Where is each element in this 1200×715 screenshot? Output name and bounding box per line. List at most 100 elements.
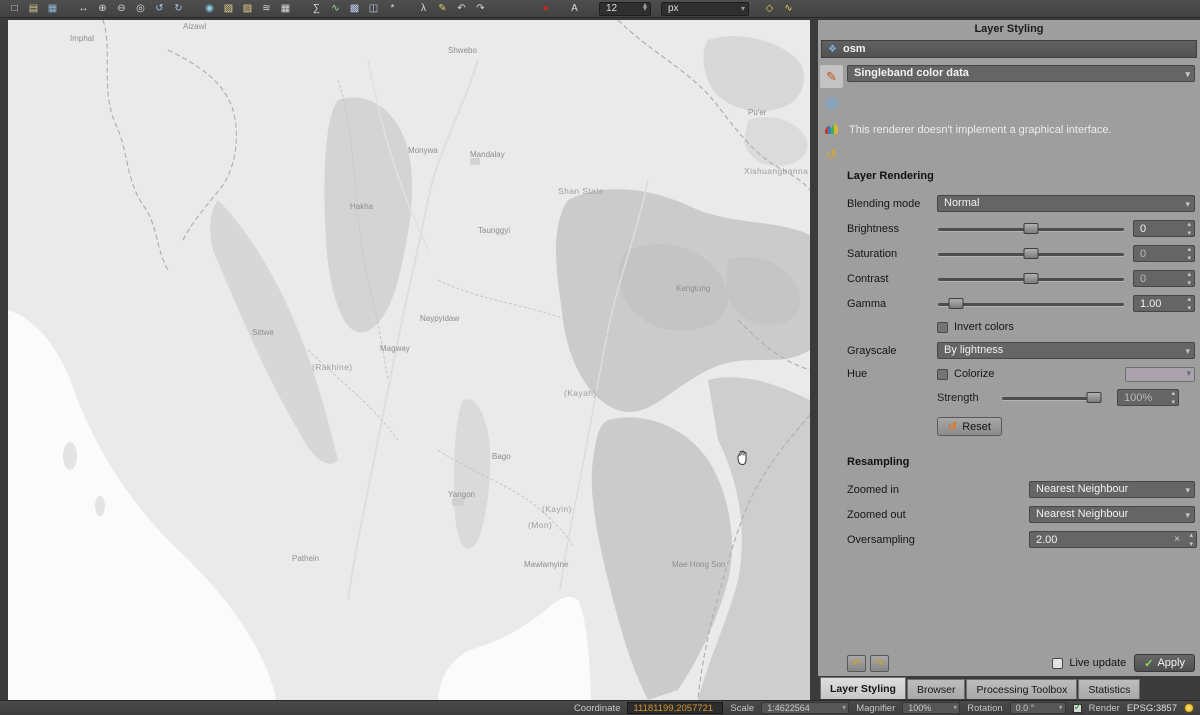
project-save-icon[interactable]: ▦	[44, 1, 61, 16]
map-place-label: Kengtung	[676, 284, 710, 293]
brightness-slider[interactable]	[937, 222, 1125, 236]
colorize-color-button[interactable]	[1125, 367, 1195, 382]
zoom-out-icon[interactable]: ⊖	[113, 1, 130, 16]
tab-label: Processing Toolbox	[976, 684, 1067, 696]
tab-label: Statistics	[1088, 684, 1130, 696]
scale-value: 1:4622564	[767, 703, 810, 713]
undo-icon: ↶	[852, 657, 861, 670]
deselect-features-icon[interactable]: ▨	[239, 1, 256, 16]
text-annotation-icon[interactable]: A	[566, 1, 583, 16]
oversampling-spinbox[interactable]: 2.00 ×	[1029, 531, 1197, 548]
python-console-icon[interactable]: λ	[415, 1, 432, 16]
scale-label: Scale	[730, 703, 754, 714]
brightness-value: 0	[1140, 223, 1146, 235]
crs-indicator[interactable]: EPSG:3857	[1127, 703, 1177, 714]
undo-icon[interactable]: ↶	[453, 1, 470, 16]
zoomed-in-combo[interactable]: Nearest Neighbour	[1029, 481, 1195, 498]
rotation-spinbox[interactable]: 0.0 °	[1010, 702, 1066, 714]
macro-icon[interactable]: ●	[537, 1, 554, 16]
gamma-spinbox[interactable]: 1.00	[1133, 295, 1195, 312]
style-redo-button[interactable]: ↷	[870, 655, 889, 672]
histogram-tab-icon[interactable]	[820, 117, 843, 140]
panel-title: Layer Styling	[818, 20, 1200, 38]
field-calculator-icon[interactable]: ∑	[308, 1, 325, 16]
map-place-label: Imphal	[70, 34, 94, 43]
add-vector-layer-icon[interactable]: ∿	[327, 1, 344, 16]
saturation-value: 0	[1140, 248, 1146, 260]
map-place-label: Mawlamyine	[524, 560, 568, 569]
coordinate-input[interactable]: 11181199,2057721	[627, 702, 723, 714]
pan-map-icon[interactable]: ↔	[75, 1, 92, 16]
saturation-slider[interactable]	[937, 247, 1125, 261]
identify-features-icon[interactable]: ◉	[201, 1, 218, 16]
scale-combo[interactable]: 1:4622564	[761, 702, 849, 714]
select-features-icon[interactable]: ▧	[220, 1, 237, 16]
map-canvas[interactable]: ImphalAizawlShweboPu'erMonywaMandalayXis…	[8, 20, 810, 700]
tab-browser[interactable]: Browser	[907, 679, 966, 699]
contrast-slider[interactable]	[937, 272, 1125, 286]
reset-button[interactable]: ↺ Reset	[937, 417, 1002, 436]
zoomed-out-combo[interactable]: Nearest Neighbour	[1029, 506, 1195, 523]
curve-digitize-icon[interactable]: ∿	[780, 1, 797, 16]
strength-label: Strength	[937, 392, 1001, 404]
new-shapefile-icon[interactable]: *	[384, 1, 401, 16]
redo-icon: ↷	[875, 657, 884, 670]
strength-slider[interactable]	[1001, 391, 1101, 405]
magnifier-spinbox[interactable]: 100%	[902, 702, 960, 714]
attribute-table-icon[interactable]: ▦	[277, 1, 294, 16]
map-place-label: Hakha	[350, 202, 373, 211]
toggle-editing-icon[interactable]: ✎	[434, 1, 451, 16]
zoom-in-icon[interactable]: ⊕	[94, 1, 111, 16]
transparency-tab-icon[interactable]: ▨	[820, 91, 843, 114]
zoom-last-icon[interactable]: ↺	[151, 1, 168, 16]
add-wms-layer-icon[interactable]: ◫	[365, 1, 382, 16]
clear-value-icon[interactable]: ×	[1174, 534, 1182, 545]
oversampling-value: 2.00	[1036, 534, 1057, 546]
symbology-tab-icon[interactable]: ✎	[820, 65, 843, 88]
add-raster-layer-icon[interactable]: ▩	[346, 1, 363, 16]
history-tab-icon[interactable]: ↺	[820, 143, 843, 166]
brightness-label: Brightness	[847, 223, 937, 235]
measure-line-icon[interactable]: ≋	[258, 1, 275, 16]
project-new-icon[interactable]: □	[6, 1, 23, 16]
coordinate-label: Coordinate	[574, 703, 620, 714]
zoom-next-icon[interactable]: ↻	[170, 1, 187, 16]
raster-layer-icon: ❖	[828, 44, 837, 55]
map-place-label: Naypyidaw	[420, 314, 459, 323]
redo-icon[interactable]: ↷	[472, 1, 489, 16]
tab-processing-toolbox[interactable]: Processing Toolbox	[966, 679, 1077, 699]
grayscale-label: Grayscale	[847, 345, 937, 357]
renderer-combo[interactable]: Singleband color data	[847, 65, 1195, 82]
map-place-label: Magway	[380, 344, 410, 353]
render-checkbox[interactable]	[1073, 704, 1082, 713]
blending-mode-combo[interactable]: Normal	[937, 195, 1195, 212]
layer-selector[interactable]: ❖ osm	[821, 40, 1197, 58]
font-size-spinner[interactable]: 12	[599, 2, 651, 16]
style-undo-button[interactable]: ↶	[847, 655, 866, 672]
brightness-spinbox[interactable]: 0	[1133, 220, 1195, 237]
zoom-full-icon[interactable]: ◎	[132, 1, 149, 16]
tab-statistics[interactable]: Statistics	[1078, 679, 1140, 699]
units-combo[interactable]: px	[661, 2, 749, 16]
live-update-checkbox[interactable]	[1052, 658, 1063, 669]
map-place-label: Sittwe	[252, 328, 274, 337]
node-tool-icon[interactable]: ◇	[761, 1, 778, 16]
contrast-spinbox[interactable]: 0	[1133, 270, 1195, 287]
colorize-checkbox[interactable]	[937, 369, 948, 380]
saturation-spinbox[interactable]: 0	[1133, 245, 1195, 262]
messages-icon[interactable]	[1184, 703, 1194, 713]
tab-layer-styling[interactable]: Layer Styling	[820, 677, 906, 699]
gamma-slider[interactable]	[937, 297, 1125, 311]
map-place-label: Monywa	[408, 146, 438, 155]
toolbar-icon-group-right: ◇∿	[751, 1, 797, 16]
reset-label: Reset	[962, 421, 991, 433]
map-place-label: Shwebo	[448, 46, 477, 55]
invert-colors-checkbox[interactable]	[937, 322, 948, 333]
map-place-label: Yangon	[448, 490, 475, 499]
project-open-icon[interactable]: ▤	[25, 1, 42, 16]
hand-cursor-icon	[735, 450, 750, 467]
map-place-label: (Mon)	[528, 520, 552, 530]
grayscale-combo[interactable]: By lightness	[937, 342, 1195, 359]
strength-spinbox[interactable]: 100%	[1117, 389, 1179, 406]
apply-button[interactable]: ✓ Apply	[1134, 654, 1195, 672]
